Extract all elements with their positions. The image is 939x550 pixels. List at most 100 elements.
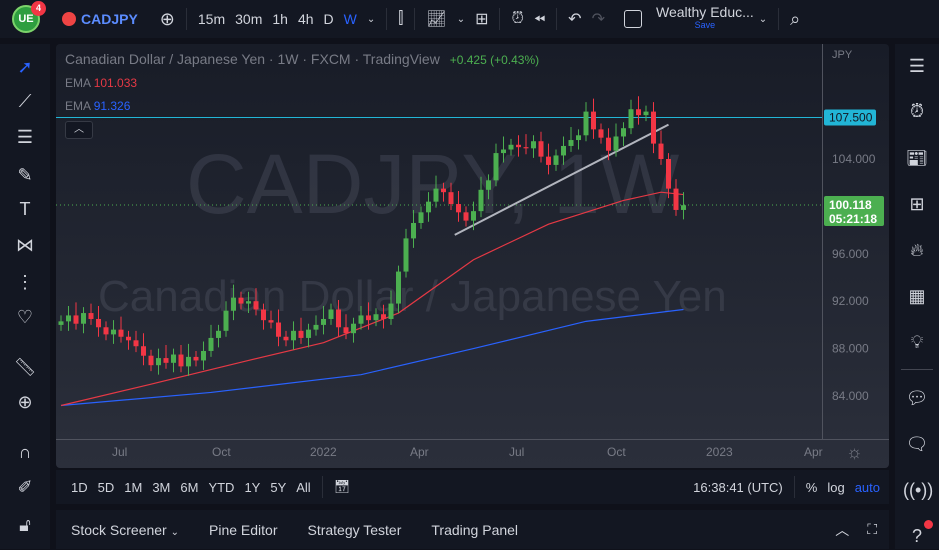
pattern-icon[interactable]: ⋈ [12, 232, 38, 258]
tab-stock-screener[interactable]: Stock Screener ⌄ [71, 522, 179, 538]
alarm-icon[interactable]: ⏰︎ [903, 97, 931, 125]
range-6m[interactable]: 6M [175, 480, 203, 495]
chevron-down-icon[interactable]: ⌄ [362, 14, 380, 25]
auto-toggle[interactable]: auto [850, 480, 885, 495]
candle-body [81, 313, 86, 324]
replay-icon[interactable]: ⏪︎ [529, 11, 550, 28]
collapse-legend-button[interactable]: ︿ [65, 121, 93, 139]
candle-body [156, 358, 161, 366]
range-3m[interactable]: 3M [147, 480, 175, 495]
chart-pane[interactable]: CADJPY, 1W Canadian Dollar / Japanese Ye… [56, 44, 889, 468]
chevron-down-icon[interactable]: ⌄ [452, 14, 470, 25]
candle-body [96, 318, 101, 328]
candle-body [486, 180, 491, 190]
magnet-icon[interactable]: ∩ [12, 439, 38, 465]
chart-settings-icon[interactable]: ☼ [846, 442, 863, 463]
ema-fast-legend[interactable]: EMA 101.033 [65, 76, 137, 90]
candle-body [253, 301, 259, 310]
range-all[interactable]: All [291, 480, 315, 495]
candle-body [471, 211, 476, 221]
tab-trading-panel[interactable]: Trading Panel [431, 522, 518, 538]
cursor-icon[interactable]: ➚ [12, 54, 38, 80]
price-axis[interactable] [822, 44, 889, 440]
collapse-panel-icon[interactable]: ︿ [835, 520, 849, 540]
legend-change: +0.425 (+0.43%) [449, 53, 540, 67]
candle-body [673, 188, 679, 210]
log-toggle[interactable]: log [822, 480, 849, 495]
clock[interactable]: 16:38:41 (UTC) [688, 480, 788, 495]
tab-pine-editor[interactable]: Pine Editor [209, 522, 277, 538]
messages-icon[interactable]: 🗨︎ [903, 430, 931, 458]
interval-4h[interactable]: 4h [293, 11, 319, 27]
candle-body [561, 145, 566, 156]
add-symbol-icon[interactable]: ⊕ [155, 9, 180, 30]
ema-slow-legend[interactable]: EMA 91.326 [65, 99, 130, 113]
range-5d[interactable]: 5D [93, 480, 120, 495]
brush-icon[interactable]: ✎ [12, 162, 38, 188]
candle-body [373, 314, 379, 321]
undo-icon[interactable]: ↶ [563, 9, 586, 29]
fib-icon[interactable]: ☰ [12, 124, 38, 150]
forecast-icon[interactable]: ⋮ [12, 269, 38, 295]
range-5y[interactable]: 5Y [265, 480, 291, 495]
range-1d[interactable]: 1D [66, 480, 93, 495]
alert-icon[interactable]: ⏰︎ [506, 10, 528, 28]
interval-w[interactable]: W [339, 11, 362, 27]
news-icon[interactable]: 📰︎ [903, 144, 931, 172]
interval-1h[interactable]: 1h [267, 11, 293, 27]
candle-body [186, 356, 191, 367]
help-icon[interactable]: ? [903, 520, 933, 550]
trendline [454, 123, 669, 236]
zoom-icon[interactable]: ⊕ [12, 389, 38, 415]
redo-icon: ↷ [591, 11, 605, 28]
heart-icon[interactable]: ♡ [12, 304, 38, 330]
layout-name[interactable]: Wealthy Educ... Save [656, 5, 754, 32]
candle-body [463, 212, 469, 221]
divider [901, 369, 933, 370]
candle-body [478, 189, 484, 212]
lock-icon[interactable]: 🔓︎ [12, 512, 38, 538]
streams-icon[interactable]: ((•)) [903, 476, 933, 504]
tab-strategy-tester[interactable]: Strategy Tester [307, 522, 401, 538]
candle-body [501, 149, 506, 154]
range-1y[interactable]: 1Y [239, 480, 265, 495]
candle-body [118, 329, 124, 337]
candle-body [366, 315, 371, 321]
chats-icon[interactable]: 💬︎ [903, 384, 931, 412]
ruler-icon[interactable]: 📏︎ [12, 354, 38, 380]
maximize-panel-icon[interactable]: ⛶ [867, 521, 877, 538]
candle-body [133, 340, 139, 347]
layout-icon[interactable] [623, 10, 642, 28]
ideas-icon[interactable]: 💡︎ [903, 328, 931, 356]
templates-icon[interactable]: ⊞ [470, 9, 493, 29]
search-icon[interactable]: ⌕ [785, 9, 805, 30]
time-axis[interactable] [56, 439, 889, 468]
candle-body [546, 156, 551, 165]
watchlist-icon[interactable]: ☰ [903, 52, 931, 80]
interval-30m[interactable]: 30m [230, 11, 267, 27]
indicators-icon[interactable]: 📈︎ [421, 9, 451, 29]
text-icon[interactable]: T [12, 196, 38, 222]
currency-label[interactable]: JPY [832, 49, 852, 61]
hotlist-icon[interactable]: 🔥︎ [903, 236, 931, 264]
calendar-icon[interactable]: ▦ [903, 282, 931, 310]
candle-body [613, 136, 619, 151]
chevron-down-icon: ⌄ [170, 526, 179, 538]
range-1m[interactable]: 1M [119, 480, 147, 495]
candle-body [388, 303, 394, 319]
percent-toggle[interactable]: % [801, 480, 823, 495]
candle-body [658, 143, 664, 159]
range-ytd[interactable]: YTD [203, 480, 239, 495]
goto-date-icon[interactable]: 📅︎ [329, 479, 356, 495]
user-avatar[interactable]: UE 4 [12, 1, 46, 33]
candles-icon[interactable]: ⫿ [393, 10, 408, 28]
candle-body [426, 201, 431, 213]
chevron-down-icon[interactable]: ⌄ [754, 14, 772, 25]
price-plot[interactable]: 104.00096.00092.00088.00084.000107.50010… [56, 44, 889, 468]
symbol-search[interactable]: CADJPY [76, 11, 143, 27]
interval-d[interactable]: D [319, 11, 339, 27]
trendline-icon[interactable]: ⟋ [12, 88, 38, 114]
lock-drawings-icon[interactable]: ✐ [12, 474, 38, 500]
interval-15m[interactable]: 15m [193, 11, 230, 27]
add-list-icon[interactable]: ⊞ [903, 190, 931, 218]
